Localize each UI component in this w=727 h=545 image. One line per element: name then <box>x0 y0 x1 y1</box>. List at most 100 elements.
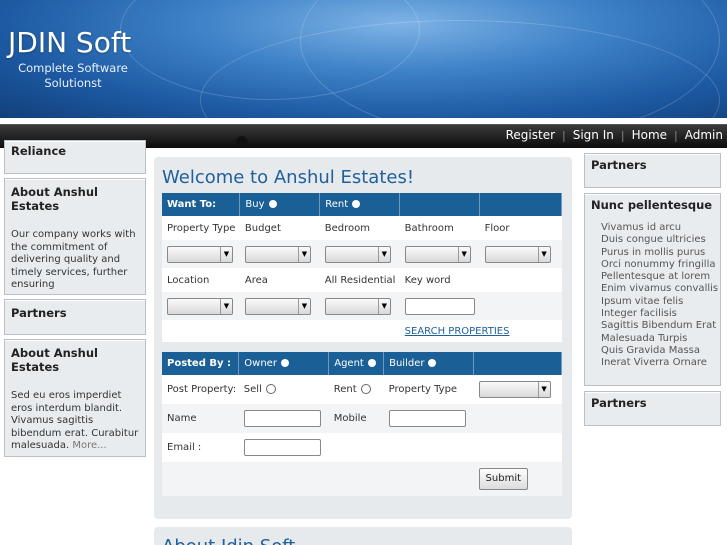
about-box: About Anshul Estates Our company works w… <box>4 178 146 295</box>
site-header: JDIN Soft Complete Software Solutionst <box>0 0 727 118</box>
nav-separator: | <box>562 128 566 142</box>
rent-option[interactable]: Rent <box>319 193 401 216</box>
nunc-list-item[interactable]: Duis congue ultricies <box>601 234 720 246</box>
nunc-list-item[interactable]: Sagittis Bibendum Erat <box>601 320 720 332</box>
nunc-list-item[interactable]: Enim vivamus convallis <box>601 283 720 295</box>
bedroom-label: Bedroom <box>324 222 371 234</box>
nav-home-link[interactable]: Home <box>632 128 667 142</box>
nunc-list-item[interactable]: Inerat Viverra Ornare <box>601 357 720 369</box>
property-type-label: Property Type <box>167 222 236 234</box>
chevron-down-icon: ▼ <box>297 246 310 262</box>
right-partners-2-title: Partners <box>591 396 647 410</box>
right-partners-box: Partners <box>584 153 721 188</box>
nav-dot-icon <box>236 136 248 148</box>
property-type-select[interactable]: ▼ <box>167 245 233 263</box>
builder-label: Builder <box>389 358 425 369</box>
post-property-label: Post Property: <box>167 384 237 395</box>
chevron-down-icon: ▼ <box>220 246 232 262</box>
bedroom-select[interactable]: ▼ <box>324 245 391 263</box>
name-label: Name <box>162 404 239 433</box>
right-partners-box-2: Partners <box>584 391 721 426</box>
about-jdin-title: About Jdin Soft <box>162 536 295 545</box>
nunc-box: Nunc pellentesque Vivamus id arcu Duis co… <box>584 193 721 386</box>
mobile-input[interactable] <box>388 410 466 427</box>
chevron-down-icon: ▼ <box>377 246 390 262</box>
rent-radio[interactable] <box>352 200 361 208</box>
area-select[interactable]: ▼ <box>244 297 311 315</box>
chevron-down-icon: ▼ <box>457 246 470 262</box>
bathroom-select[interactable]: ▼ <box>404 245 471 263</box>
about-box-2: About Anshul Estates Sed eu eros imperdi… <box>4 339 146 457</box>
name-input[interactable] <box>243 410 321 427</box>
rent-post-radio[interactable] <box>360 384 371 394</box>
sell-label: Sell <box>243 384 262 395</box>
mobile-label: Mobile <box>328 404 384 433</box>
sell-radio[interactable] <box>265 384 276 394</box>
left-partial-title: Reliance <box>11 144 67 158</box>
nunc-list-item[interactable]: Integer facilisis <box>601 308 720 320</box>
budget-select[interactable]: ▼ <box>244 245 311 263</box>
chevron-down-icon: ▼ <box>537 246 550 262</box>
posted-by-label: Posted By : <box>162 352 240 375</box>
email-label: Email : <box>167 442 202 453</box>
nunc-box-title: Nunc pellentesque <box>591 198 713 212</box>
keyword-input[interactable] <box>404 297 475 315</box>
location-select[interactable]: ▼ <box>167 297 233 315</box>
residential-select[interactable]: ▼ <box>324 297 391 315</box>
post-property-type-label: Property Type <box>388 384 458 395</box>
nav-sign-in-link[interactable]: Sign In <box>573 128 614 142</box>
email-input[interactable] <box>243 439 321 456</box>
site-tagline: Complete Software Solutionst <box>18 61 128 90</box>
buy-radio[interactable] <box>268 200 277 208</box>
right-partners-title: Partners <box>591 158 647 172</box>
floor-select[interactable]: ▼ <box>484 245 551 263</box>
sell-option[interactable]: Sell <box>239 375 329 404</box>
nav-separator: | <box>674 128 678 142</box>
area-label: Area <box>244 274 268 286</box>
budget-label: Budget <box>244 222 281 234</box>
partners-box: Partners <box>4 299 146 335</box>
post-property-form: Posted By : Owner Agent Builder Post Pro… <box>162 352 562 496</box>
owner-radio[interactable] <box>280 359 289 367</box>
want-to-label: Want To: <box>162 193 241 216</box>
nunc-list-item[interactable]: Orci nonummy fringilla <box>601 259 720 271</box>
bathroom-label: Bathroom <box>404 222 454 234</box>
about-box-2-title: About Anshul Estates <box>11 346 98 374</box>
about-box-2-text: Sed eu eros imperdiet eros interdum blan… <box>5 390 145 453</box>
agent-label: Agent <box>334 358 364 369</box>
agent-option[interactable]: Agent <box>328 352 385 375</box>
builder-radio[interactable] <box>428 359 437 367</box>
owner-label: Owner <box>244 358 277 369</box>
agent-radio[interactable] <box>367 359 376 367</box>
owner-option[interactable]: Owner <box>238 352 330 375</box>
nunc-list-item[interactable]: Purus in mollis purus <box>601 247 720 259</box>
location-label: Location <box>167 274 210 286</box>
nav-admin-link[interactable]: Admin <box>685 128 723 142</box>
keyword-label: Key word <box>404 274 451 286</box>
search-form: Want To: Buy Rent Property Type Budget B… <box>162 193 562 342</box>
nunc-list-item[interactable]: Malesuada Turpis <box>601 333 720 345</box>
nunc-list-item[interactable]: Quis Gravida Massa <box>601 345 720 357</box>
search-properties-link[interactable]: SEARCH PROPERTIES <box>405 326 510 337</box>
nunc-list-item[interactable]: Pellentesque at lorem <box>601 271 720 283</box>
chevron-down-icon: ▼ <box>377 298 390 314</box>
nunc-list: Vivamus id arcu Duis congue ultricies Puru… <box>585 222 720 370</box>
buy-option[interactable]: Buy <box>239 193 321 216</box>
nunc-list-item[interactable]: Ipsum vitae felis <box>601 296 720 308</box>
chevron-down-icon: ▼ <box>220 298 232 314</box>
buy-label: Buy <box>245 199 265 210</box>
site-title[interactable]: JDIN Soft <box>8 26 131 59</box>
nav-separator: | <box>620 128 625 142</box>
rent-post-option[interactable]: Rent <box>329 375 384 404</box>
post-property-type-select[interactable]: ▼ <box>478 381 551 398</box>
submit-button[interactable]: Submit <box>478 468 529 490</box>
rent-post-label: Rent <box>333 384 357 395</box>
nav-register-link[interactable]: Register <box>506 128 555 142</box>
builder-option[interactable]: Builder <box>383 352 475 375</box>
nav-links: Register | Sign In | Home | Admin <box>506 128 723 142</box>
about-box-title: About Anshul Estates <box>11 185 98 213</box>
nunc-list-item[interactable]: Vivamus id arcu <box>601 222 720 234</box>
residential-label: All Residential <box>324 274 396 286</box>
more-link[interactable]: More... <box>72 440 106 451</box>
about-box-text: Our company works with the commitment of… <box>11 229 136 290</box>
